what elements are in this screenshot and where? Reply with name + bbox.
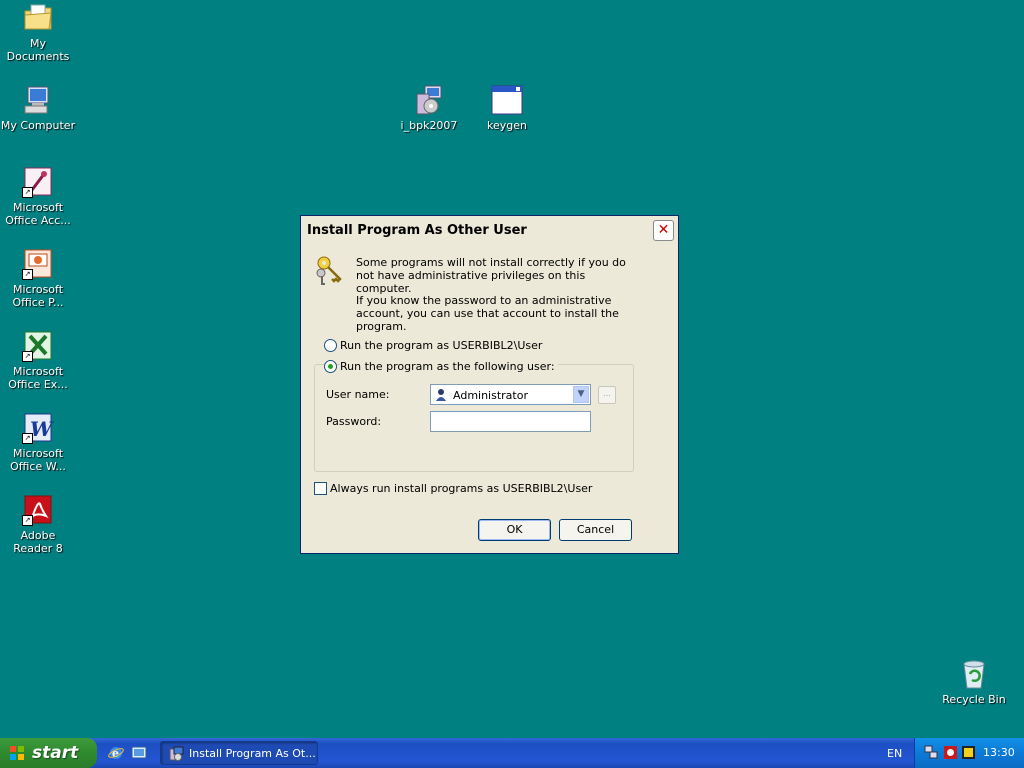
dialog-titlebar[interactable]: Install Program As Other User ✕ [301, 216, 678, 244]
ok-button[interactable]: OK [478, 519, 551, 541]
dialog-message-password: If you know the password to an administr… [356, 294, 619, 333]
keys-icon [314, 254, 346, 286]
dialog-title: Install Program As Other User [307, 223, 527, 238]
show-desktop-icon[interactable] [131, 745, 147, 761]
word-icon: W ↗ [22, 412, 55, 444]
recycle-bin-icon [958, 658, 990, 690]
username-combobox[interactable]: Administrator ▼ [430, 384, 591, 405]
network-icon[interactable] [924, 745, 939, 760]
installer-icon [413, 84, 445, 116]
taskbar-button-label: Install Program As Ot... [189, 747, 316, 760]
clock: 13:30 [983, 746, 1015, 759]
desktop-icon-office-word[interactable]: W ↗ Microsoft Office W... [0, 412, 76, 473]
system-tray: 13:30 [914, 738, 1024, 768]
install-as-other-user-dialog: Install Program As Other User ✕ Some pro… [300, 215, 679, 554]
taskbar-button-install-program[interactable]: Install Program As Ot... [160, 741, 318, 765]
shortcut-arrow-icon: ↗ [22, 515, 33, 526]
application-window-icon [491, 84, 523, 116]
desktop-icon-office-excel[interactable]: ↗ Microsoft Office Ex... [0, 330, 76, 391]
desktop-icon-label: i_bpk2007 [400, 119, 458, 132]
chevron-down-icon[interactable]: ▼ [573, 386, 589, 403]
always-run-checkbox[interactable] [314, 482, 327, 495]
internet-explorer-icon[interactable]: e [108, 745, 124, 761]
desktop-icon-label: Adobe Reader 8 [13, 529, 63, 555]
desktop-icon-my-documents[interactable]: My Documents [0, 2, 76, 63]
shortcut-arrow-icon: ↗ [22, 187, 33, 198]
folder-documents-icon [22, 2, 54, 34]
username-label: User name: [326, 388, 390, 401]
password-label: Password: [326, 415, 382, 428]
radio-run-as-following-user[interactable] [324, 360, 337, 373]
cancel-button[interactable]: Cancel [559, 519, 632, 541]
svg-text:W: W [30, 417, 54, 441]
browse-users-button[interactable]: ... [598, 386, 616, 404]
access-icon: ↗ [22, 166, 54, 198]
close-icon: ✕ [657, 222, 670, 238]
desktop-icon-label: Microsoft Office P... [12, 283, 64, 309]
excel-icon: ↗ [22, 330, 54, 362]
radio-run-as-current-user[interactable] [324, 339, 337, 352]
computer-icon [22, 84, 54, 116]
desktop-icon-label: Recycle Bin [942, 693, 1006, 706]
installer-icon [169, 746, 184, 761]
shortcut-arrow-icon: ↗ [22, 433, 33, 444]
desktop-icon-my-computer[interactable]: My Computer [0, 84, 76, 132]
user-icon [435, 388, 448, 401]
antivirus-icon[interactable] [943, 745, 958, 760]
close-button[interactable]: ✕ [653, 220, 674, 241]
desktop-icon-label: Microsoft Office Acc... [5, 201, 71, 227]
shortcut-arrow-icon: ↗ [22, 269, 33, 280]
desktop-icon-label: Microsoft Office Ex... [8, 365, 68, 391]
start-button[interactable]: start [0, 738, 97, 768]
radio-selected-dot [328, 364, 333, 369]
language-indicator[interactable]: EN [887, 747, 902, 760]
shortcut-arrow-icon: ↗ [22, 351, 33, 362]
radio-run-as-current-user-label[interactable]: Run the program as USERBIBL2\User [340, 339, 542, 352]
desktop-icon-i-bpk2007[interactable]: i_bpk2007 [391, 84, 467, 132]
desktop-icon-adobe-reader[interactable]: ↗ Adobe Reader 8 [0, 494, 76, 555]
username-value: Administrator [453, 389, 528, 402]
start-label: start [32, 743, 79, 763]
desktop-icon-office-powerpoint[interactable]: ↗ Microsoft Office P... [0, 248, 76, 309]
desktop-icon-label: keygen [487, 119, 527, 132]
desktop-icon-keygen[interactable]: keygen [469, 84, 545, 132]
password-field[interactable] [430, 411, 591, 432]
desktop-icon-office-access[interactable]: ↗ Microsoft Office Acc... [0, 166, 76, 227]
radio-run-as-following-user-label[interactable]: Run the program as the following user: [340, 360, 558, 373]
always-run-label[interactable]: Always run install programs as USERBIBL2… [330, 482, 592, 495]
windows-flag-icon [9, 745, 25, 761]
desktop-icon-label: My Documents [6, 37, 70, 63]
adobe-reader-icon: ↗ [22, 494, 54, 526]
desktop-icon-label: Microsoft Office W... [10, 447, 66, 473]
desktop-icon-recycle-bin[interactable]: Recycle Bin [936, 658, 1012, 706]
powerpoint-icon: ↗ [22, 248, 54, 280]
desktop-icon-label: My Computer [0, 119, 76, 132]
taskbar: start e Install Program As Ot... EN 13:3… [0, 738, 1024, 768]
dialog-message-privileges: Some programs will not install correctly… [356, 256, 626, 295]
monitor-icon[interactable] [961, 745, 976, 760]
